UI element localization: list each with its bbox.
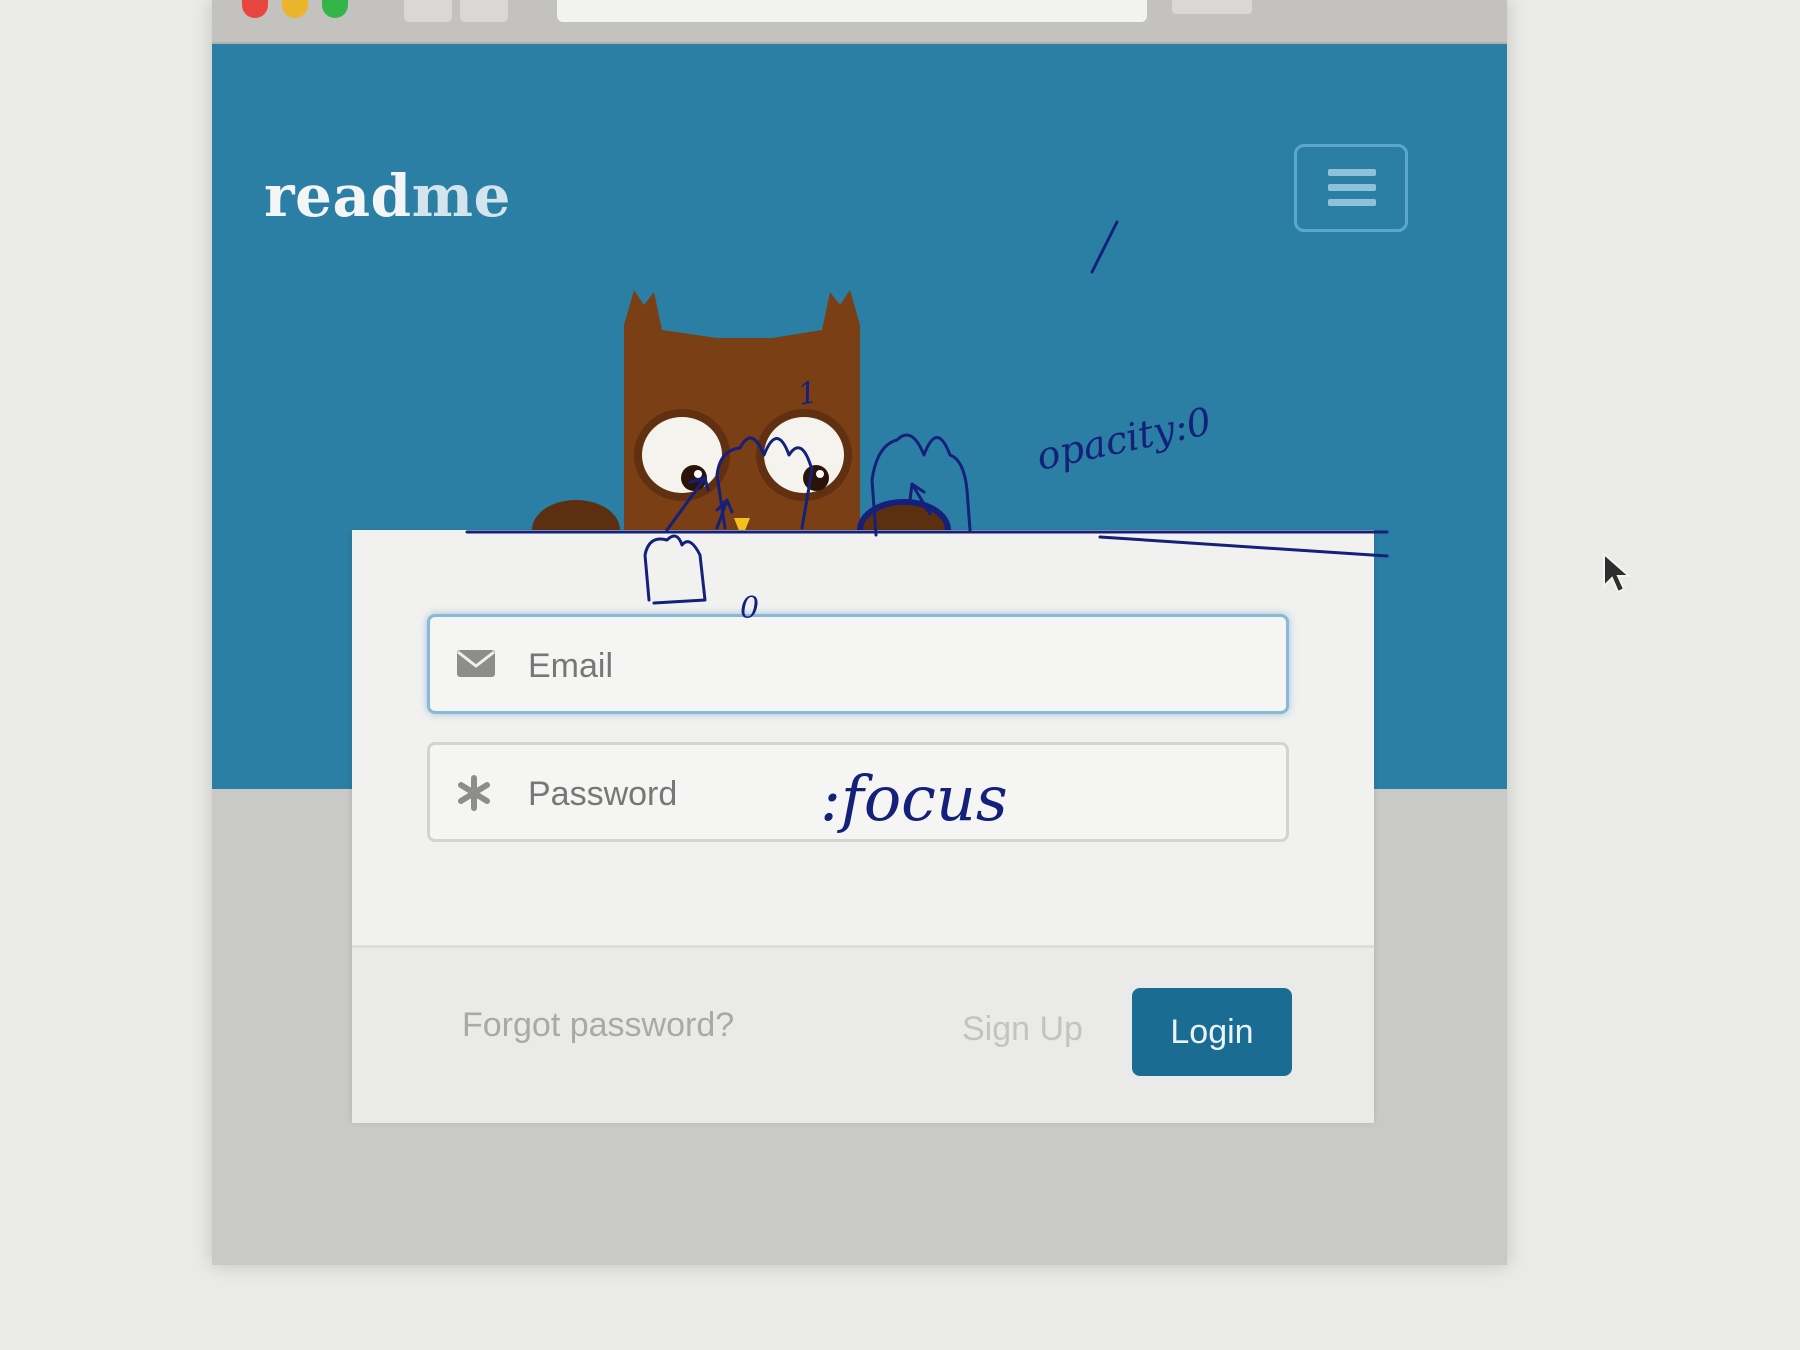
annotation-focus-note: :focus bbox=[820, 762, 1008, 835]
annotation-arrow-up-right bbox=[908, 482, 932, 516]
sign-up-link[interactable]: Sign Up bbox=[962, 1010, 1083, 1049]
mouse-cursor-icon bbox=[1603, 552, 1632, 594]
annotation-arrow-up-left bbox=[665, 476, 710, 532]
card-footer: Forgot password? Sign Up Login bbox=[352, 945, 1374, 1123]
hand-sketch-raised-left bbox=[715, 436, 814, 530]
hand-sketch-lowered bbox=[643, 534, 707, 605]
annotation-stroke bbox=[1090, 220, 1119, 274]
annotation-baseline-right bbox=[1098, 535, 1389, 558]
forgot-password-link[interactable]: Forgot password? bbox=[462, 1006, 734, 1045]
pen-annotations: 1 0 opacity:0 :focus bbox=[465, 220, 1389, 835]
annotation-label-zero: 0 bbox=[740, 591, 759, 626]
screen-frame: readme Email Forgot password? Sign Up Lo… bbox=[212, 0, 1632, 1265]
annotation-opacity-note: opacity:0 bbox=[1033, 399, 1215, 479]
hand-sketch-raised-right bbox=[870, 433, 972, 537]
login-button[interactable]: Login bbox=[1132, 988, 1292, 1076]
annotation-label-one: 1 bbox=[795, 375, 820, 413]
